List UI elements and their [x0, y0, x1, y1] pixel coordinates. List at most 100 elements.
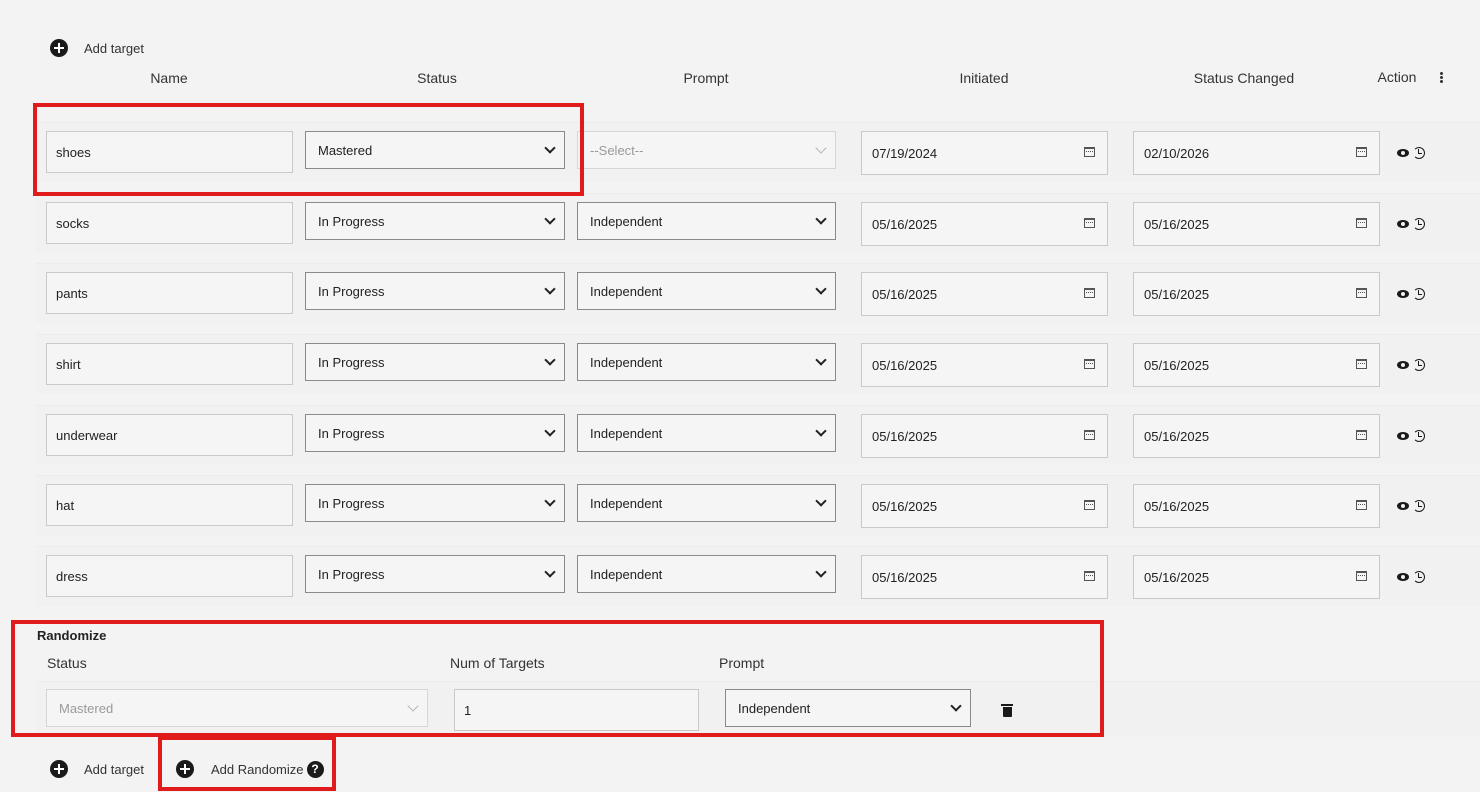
initiated-date-value: 05/16/2025	[872, 286, 938, 302]
status-changed-date-value: 05/16/2025	[1144, 498, 1210, 514]
target-prompt-select[interactable]: Independent	[577, 202, 836, 240]
add-target-bottom-button[interactable]: Add target	[50, 760, 144, 778]
column-initiated-header: Initiated	[959, 70, 1009, 86]
status-changed-date-input[interactable]: 05/16/2025	[1133, 343, 1380, 387]
chevron-down-icon	[815, 566, 827, 578]
target-status-select[interactable]: In Progress	[305, 343, 565, 381]
chevron-down-icon	[544, 283, 556, 295]
target-name-input[interactable]: shirt	[46, 343, 293, 385]
chevron-down-icon	[544, 566, 556, 578]
target-prompt-select[interactable]: Independent	[577, 555, 836, 593]
target-name-input[interactable]: socks	[46, 202, 293, 244]
calendar-icon[interactable]	[1356, 571, 1367, 581]
calendar-icon[interactable]	[1356, 359, 1367, 369]
chevron-down-icon	[544, 495, 556, 507]
history-icon[interactable]	[1413, 430, 1425, 442]
status-changed-date-value: 02/10/2026	[1144, 145, 1210, 161]
target-prompt-select[interactable]: Independent	[577, 272, 836, 310]
target-prompt-select[interactable]: Independent	[577, 343, 836, 381]
target-status-select[interactable]: In Progress	[305, 202, 565, 240]
target-status-select[interactable]: In Progress	[305, 484, 565, 522]
status-changed-date-input[interactable]: 05/16/2025	[1133, 484, 1380, 528]
initiated-date-input[interactable]: 05/16/2025	[861, 555, 1108, 599]
status-changed-date-value: 05/16/2025	[1144, 428, 1210, 444]
calendar-icon[interactable]	[1356, 147, 1367, 157]
eye-icon[interactable]	[1397, 432, 1409, 440]
calendar-icon[interactable]	[1084, 430, 1095, 440]
calendar-icon[interactable]	[1356, 288, 1367, 298]
status-changed-date-input[interactable]: 05/16/2025	[1133, 202, 1380, 246]
initiated-date-input[interactable]: 05/16/2025	[861, 414, 1108, 458]
target-name-value: underwear	[56, 427, 118, 443]
status-changed-date-value: 05/16/2025	[1144, 569, 1210, 585]
status-changed-date-input[interactable]: 05/16/2025	[1133, 272, 1380, 316]
row-actions	[1397, 500, 1425, 512]
row-actions	[1397, 147, 1425, 159]
calendar-icon[interactable]	[1356, 430, 1367, 440]
eye-icon[interactable]	[1397, 149, 1409, 157]
calendar-icon[interactable]	[1084, 218, 1095, 228]
calendar-icon[interactable]	[1356, 218, 1367, 228]
add-target-top-button[interactable]: Add target	[50, 39, 144, 57]
target-name-input[interactable]: underwear	[46, 414, 293, 456]
status-changed-date-input[interactable]: 05/16/2025	[1133, 555, 1380, 599]
row-actions	[1397, 218, 1425, 230]
history-icon[interactable]	[1413, 218, 1425, 230]
target-status-select[interactable]: In Progress	[305, 414, 565, 452]
initiated-date-input[interactable]: 05/16/2025	[861, 202, 1108, 246]
calendar-icon[interactable]	[1356, 500, 1367, 510]
history-icon[interactable]	[1413, 500, 1425, 512]
column-action-header: Action	[1377, 69, 1417, 85]
target-prompt-select: --Select--	[577, 131, 836, 169]
calendar-icon[interactable]	[1084, 359, 1095, 369]
eye-icon[interactable]	[1397, 573, 1409, 581]
eye-icon[interactable]	[1397, 290, 1409, 298]
target-name-value: hat	[56, 497, 75, 513]
target-status-value: In Progress	[318, 495, 385, 511]
eye-icon[interactable]	[1397, 361, 1409, 369]
initiated-date-value: 05/16/2025	[872, 569, 938, 585]
target-status-select[interactable]: In Progress	[305, 555, 565, 593]
plus-circle-icon	[50, 760, 68, 778]
more-options-icon[interactable]	[1440, 72, 1444, 84]
target-prompt-value: Independent	[590, 213, 663, 229]
target-name-input[interactable]: hat	[46, 484, 293, 526]
history-icon[interactable]	[1413, 147, 1425, 159]
chevron-down-icon	[815, 354, 827, 366]
target-name-value: shirt	[56, 356, 81, 372]
initiated-date-input[interactable]: 05/16/2025	[861, 343, 1108, 387]
initiated-date-value: 05/16/2025	[872, 428, 938, 444]
status-changed-date-value: 05/16/2025	[1144, 216, 1210, 232]
history-icon[interactable]	[1413, 288, 1425, 300]
target-prompt-select[interactable]: Independent	[577, 414, 836, 452]
column-status-changed-header: Status Changed	[1193, 70, 1295, 86]
initiated-date-input[interactable]: 07/19/2024	[861, 131, 1108, 175]
row-actions	[1397, 571, 1425, 583]
row-actions	[1397, 430, 1425, 442]
initiated-date-input[interactable]: 05/16/2025	[861, 484, 1108, 528]
target-prompt-value: Independent	[590, 283, 663, 299]
calendar-icon[interactable]	[1084, 500, 1095, 510]
target-name-input[interactable]: pants	[46, 272, 293, 314]
target-name-input[interactable]: dress	[46, 555, 293, 597]
status-changed-date-input[interactable]: 02/10/2026	[1133, 131, 1380, 175]
calendar-icon[interactable]	[1084, 147, 1095, 157]
history-icon[interactable]	[1413, 359, 1425, 371]
eye-icon[interactable]	[1397, 220, 1409, 228]
target-prompt-value: Independent	[590, 495, 663, 511]
initiated-date-value: 07/19/2024	[872, 145, 938, 161]
target-status-value: In Progress	[318, 354, 385, 370]
target-status-select[interactable]: In Progress	[305, 272, 565, 310]
calendar-icon[interactable]	[1084, 288, 1095, 298]
target-name-value: socks	[56, 215, 90, 231]
target-prompt-select[interactable]: Independent	[577, 484, 836, 522]
column-status-header: Status	[417, 70, 457, 86]
chevron-down-icon	[815, 495, 827, 507]
calendar-icon[interactable]	[1084, 571, 1095, 581]
highlight-box-randomize	[11, 620, 1104, 737]
eye-icon[interactable]	[1397, 502, 1409, 510]
status-changed-date-input[interactable]: 05/16/2025	[1133, 414, 1380, 458]
history-icon[interactable]	[1413, 571, 1425, 583]
target-prompt-value: --Select--	[590, 142, 644, 158]
initiated-date-input[interactable]: 05/16/2025	[861, 272, 1108, 316]
